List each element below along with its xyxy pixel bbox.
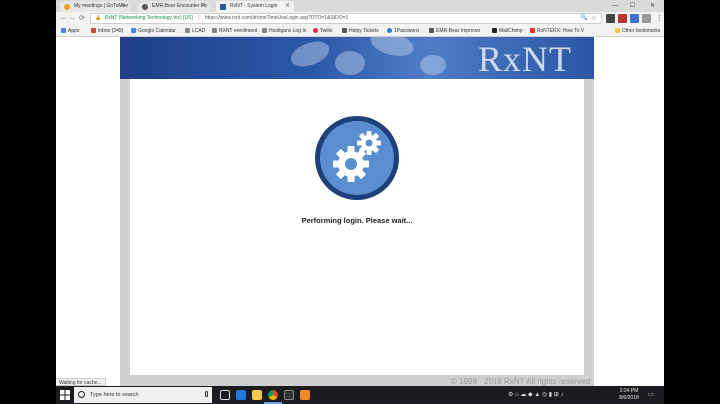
notifications-icon[interactable]: ▭ — [648, 391, 654, 398]
maximize-icon[interactable]: ☐ — [630, 0, 635, 12]
browser-window: My meetings | GoToMee ✕ EMR-Bear Encount… — [56, 0, 664, 404]
app-icon[interactable] — [300, 390, 310, 400]
bookmarks-bar: Apps Inbox (349) Google Calendar LCAD RX… — [56, 25, 664, 37]
bookmark-star-icon[interactable]: ☆ — [591, 13, 597, 24]
bookmark-mailchimp[interactable]: MailChimp — [491, 25, 523, 37]
reload-icon[interactable]: ⟳ — [79, 13, 85, 24]
close-tab-icon[interactable]: ✕ — [121, 1, 126, 12]
tab-title: EMR-Bear Encounter Fo — [152, 3, 207, 9]
taskbar-search-input[interactable]: Type here to search — [74, 387, 212, 403]
taskbar-clock[interactable]: 2:24 PM 8/6/2018 — [616, 388, 642, 402]
helpy-icon — [342, 28, 347, 33]
gmail-icon — [91, 28, 96, 33]
search-icon[interactable]: 🔍 — [580, 13, 587, 24]
address-bar-row: ← → ⟳ 🔒 RxNT (Networking Technology Inc)… — [56, 12, 664, 25]
bookmark-inbox[interactable]: Inbox (349) — [90, 25, 123, 37]
loading-message: Performing login. Please wait... — [301, 216, 413, 225]
folder-icon — [185, 28, 190, 33]
emr-bear-favicon-icon — [142, 4, 148, 10]
page-viewport: RxNT Performing login. Please wait... © … — [56, 37, 664, 386]
tab-strip: My meetings | GoToMee ✕ EMR-Bear Encount… — [56, 0, 664, 12]
bookmark-rxnterx[interactable]: RxNTERX: How To V — [529, 25, 584, 37]
bookmark-hooligans[interactable]: Hooligans Log In — [261, 25, 307, 37]
back-icon[interactable]: ← — [60, 13, 67, 24]
extension-icon[interactable] — [606, 14, 615, 23]
youtube-icon — [530, 28, 535, 33]
extension-icon[interactable] — [630, 14, 639, 23]
tab-emr-bear[interactable]: EMR-Bear Encounter Fo ✕ — [138, 1, 210, 12]
new-tab-button[interactable] — [296, 1, 310, 12]
apps-icon — [61, 28, 66, 33]
close-tab-icon[interactable]: ✕ — [285, 1, 290, 12]
clock-time: 2:24 PM — [619, 388, 639, 394]
tab-title: RxNT - System Login — [230, 3, 278, 9]
tab-rxnt-login[interactable]: RxNT - System Login ✕ — [216, 1, 294, 12]
rxnt-favicon-icon — [220, 4, 226, 10]
rxnt-logo: RxNT — [478, 39, 572, 79]
edge-icon[interactable] — [236, 390, 246, 400]
emr-bear-icon — [429, 28, 434, 33]
lock-icon: 🔒 — [95, 15, 102, 21]
search-icon — [78, 391, 85, 398]
bookmark-other[interactable]: Other bookmarks — [614, 25, 660, 37]
tab-gotomeeting[interactable]: My meetings | GoToMee ✕ — [60, 1, 130, 12]
gears-icon — [315, 116, 399, 200]
extension-icon[interactable] — [618, 14, 627, 23]
bookmark-google-calendar[interactable]: Google Calendar — [130, 25, 176, 37]
close-window-icon[interactable]: ✕ — [650, 0, 655, 12]
file-explorer-icon[interactable] — [252, 390, 262, 400]
status-bubble: Waiting for cache... — [56, 378, 106, 386]
mailchimp-icon — [492, 28, 497, 33]
tray-icons[interactable]: ⚙ ⌂ ☁ ◆ ▲ ◎ ▮ ⊞ ♪ — [508, 391, 563, 398]
folder-icon — [615, 28, 620, 33]
gotomeeting-favicon-icon — [64, 4, 70, 10]
windows-taskbar: Type here to search ⚙ ⌂ ☁ ◆ ▲ ◎ ▮ ⊞ ♪ 2:… — [56, 386, 664, 404]
close-tab-icon[interactable]: ✕ — [201, 1, 206, 12]
extension-icon[interactable] — [642, 14, 651, 23]
sticky-notes-icon[interactable] — [284, 390, 294, 400]
bookmark-1password[interactable]: 1Password — [386, 25, 419, 37]
chrome-icon[interactable] — [268, 390, 278, 400]
copyright-text: © 1998 - 2018 RxNT All rights reserved — [451, 377, 591, 386]
bookmark-twilio[interactable]: Twilio — [312, 25, 333, 37]
forward-icon[interactable]: → — [69, 13, 76, 24]
page-icon — [262, 28, 267, 33]
site-identity: RxNT (Networking Technology Inc) [US] — [104, 15, 193, 21]
1password-icon — [387, 28, 392, 33]
calendar-icon — [131, 28, 136, 33]
rxnt-banner: RxNT — [120, 37, 594, 79]
bookmark-emr-bear[interactable]: EMR-Bear Improver — [428, 25, 480, 37]
bookmark-lcad[interactable]: LCAD — [184, 25, 205, 37]
minimize-icon[interactable]: — — [612, 0, 618, 12]
clock-date: 8/6/2018 — [619, 395, 639, 401]
bookmark-apps[interactable]: Apps — [60, 25, 79, 37]
menu-icon[interactable]: ⋮ — [656, 13, 663, 24]
bookmark-helpy[interactable]: Helpy Tickets — [341, 25, 379, 37]
bookmark-rxnt-enrollment[interactable]: RXNT enrollment — [211, 25, 257, 37]
address-input[interactable]: 🔒 RxNT (Networking Technology Inc) [US] … — [90, 13, 602, 24]
windows-start-icon[interactable] — [60, 390, 70, 400]
twilio-icon — [313, 28, 318, 33]
page-icon — [212, 28, 217, 33]
login-panel: Performing login. Please wait... — [130, 79, 584, 375]
url-text: https://www.rxnt.com/dr/oneTimeUseLogin.… — [204, 15, 349, 21]
task-view-icon[interactable] — [220, 390, 230, 400]
microphone-icon[interactable] — [205, 391, 208, 397]
